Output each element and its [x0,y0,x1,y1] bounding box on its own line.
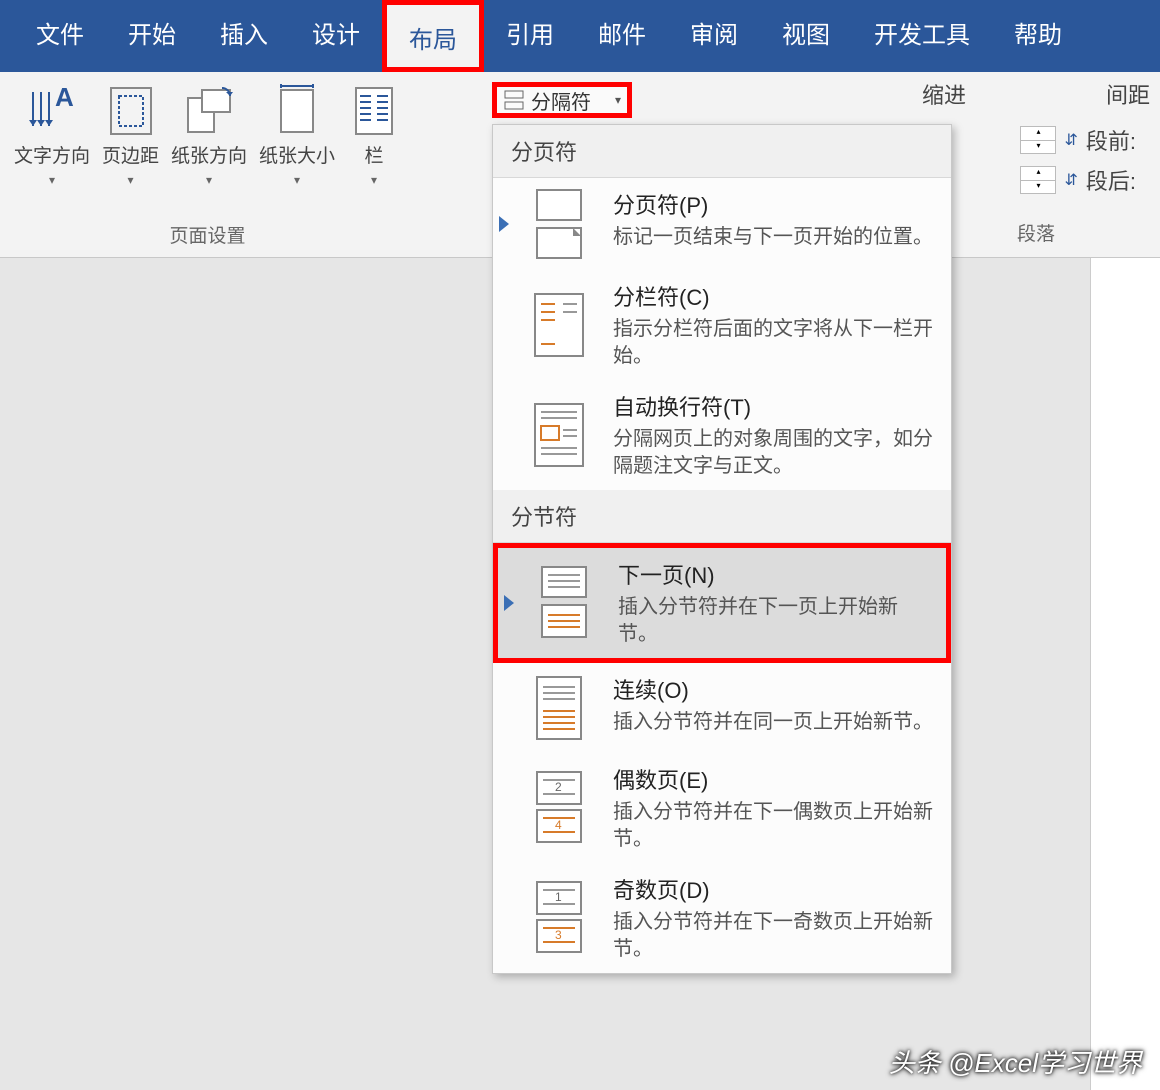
dd-item-odd-page[interactable]: 13 奇数页(D) 插入分节符并在下一奇数页上开始新节。 [493,863,951,973]
chevron-down-icon: ▾ [294,173,300,187]
dd-title: 自动换行符(T) [613,390,937,422]
dd-item-continuous[interactable]: 连续(O) 插入分节符并在同一页上开始新节。 [493,663,951,753]
group-page-setup: A 文字方向 ▾ 页边距 ▾ 纸张方向 ▾ [0,72,415,258]
spacing-after-label: 段后: [1086,164,1136,196]
tab-mailings[interactable]: 邮件 [576,0,668,72]
dd-desc: 插入分节符并在下一页上开始新节。 [618,594,932,648]
dd-header-page-breaks: 分页符 [493,125,951,178]
dd-item-next-page[interactable]: 下一页(N) 插入分节符并在下一页上开始新节。 [493,543,951,663]
chevron-down-icon: ▾ [49,173,55,187]
dd-item-column-break[interactable]: 分栏符(C) 指示分栏符后面的文字将从下一栏开始。 [493,270,951,380]
columns-button[interactable]: 栏 ▾ [343,80,405,215]
dd-title: 偶数页(E) [613,763,937,795]
wrap-break-icon [523,390,595,480]
ribbon-tabs: 文件 开始 插入 设计 布局 引用 邮件 审阅 视图 开发工具 帮助 [0,0,1160,72]
breaks-button[interactable]: 分隔符 ▾ [492,82,632,118]
dd-item-text-wrap-break[interactable]: 自动换行符(T) 分隔网页上的对象周围的文字，如分隔题注文字与正文。 [493,380,951,490]
chevron-down-icon: ▾ [615,93,621,107]
dd-title: 奇数页(D) [613,873,937,905]
orientation-icon [182,84,236,138]
dd-item-even-page[interactable]: 24 偶数页(E) 插入分节符并在下一偶数页上开始新节。 [493,753,951,863]
orientation-button[interactable]: 纸张方向 ▾ [167,80,251,215]
dd-title: 分页符(P) [613,188,937,220]
tab-help[interactable]: 帮助 [992,0,1084,72]
tab-insert[interactable]: 插入 [198,0,290,72]
margins-button[interactable]: 页边距 ▾ [98,80,163,215]
tab-view[interactable]: 视图 [760,0,852,72]
svg-text:1: 1 [555,890,562,904]
size-icon [270,84,324,138]
spacing-before-label: 段前: [1086,124,1136,156]
dd-desc: 标记一页结束与下一页开始的位置。 [613,224,937,251]
dd-header-section-breaks: 分节符 [493,490,951,543]
chevron-down-icon: ▾ [371,173,377,187]
spinner-after[interactable]: ▴▾ [1020,166,1056,194]
svg-text:2: 2 [555,780,562,794]
continuous-icon [523,673,595,743]
odd-page-icon: 13 [523,873,595,963]
chevron-down-icon: ▾ [128,173,134,187]
tab-design[interactable]: 设计 [290,0,382,72]
page-break-icon [523,188,595,260]
spacing-after-icon: ⇵ [1064,170,1077,190]
margins-icon [104,84,158,138]
size-button[interactable]: 纸张大小 ▾ [255,80,339,215]
tab-devtools[interactable]: 开发工具 [852,0,992,72]
chevron-down-icon: ▾ [206,173,212,187]
tab-layout[interactable]: 布局 [382,0,484,72]
triangle-marker-icon [499,216,509,232]
watermark-text: 头条 @Excel学习世界 [889,1043,1142,1080]
group-name-paragraph: 段落 [922,213,1150,252]
dd-desc: 指示分栏符后面的文字将从下一栏开始。 [613,316,937,370]
next-page-icon [528,558,600,648]
spacing-header: 间距 [1106,78,1150,110]
column-break-icon [523,280,595,370]
svg-text:A: A [55,84,74,112]
dd-title: 下一页(N) [618,558,932,590]
tab-review[interactable]: 审阅 [668,0,760,72]
spinner-before[interactable]: ▴▾ [1020,126,1056,154]
dd-desc: 插入分节符并在下一偶数页上开始新节。 [613,799,937,853]
triangle-marker-icon [504,595,514,611]
dd-desc: 插入分节符并在下一奇数页上开始新节。 [613,909,937,963]
breaks-dropdown: 分页符 分页符(P) 标记一页结束与下一页开始的位置。 分栏符(C) 指示分栏符… [492,124,952,974]
svg-text:3: 3 [555,928,562,942]
dd-item-page-break[interactable]: 分页符(P) 标记一页结束与下一页开始的位置。 [493,178,951,270]
indent-header: 缩进 [922,78,966,110]
tab-references[interactable]: 引用 [484,0,576,72]
dd-desc: 插入分节符并在同一页上开始新节。 [613,709,937,736]
tab-home[interactable]: 开始 [106,0,198,72]
tab-file[interactable]: 文件 [14,0,106,72]
text-direction-icon: A [25,84,79,138]
breaks-icon [503,89,525,111]
document-page-edge [1090,258,1160,1090]
columns-icon [347,84,401,138]
even-page-icon: 24 [523,763,595,853]
group-name-page-setup: 页面设置 [170,215,246,254]
svg-text:4: 4 [555,818,562,832]
dd-title: 连续(O) [613,673,937,705]
text-direction-button[interactable]: A 文字方向 ▾ [10,80,94,215]
dd-title: 分栏符(C) [613,280,937,312]
dd-desc: 分隔网页上的对象周围的文字，如分隔题注文字与正文。 [613,426,937,480]
spacing-before-icon: ⇵ [1064,130,1077,150]
